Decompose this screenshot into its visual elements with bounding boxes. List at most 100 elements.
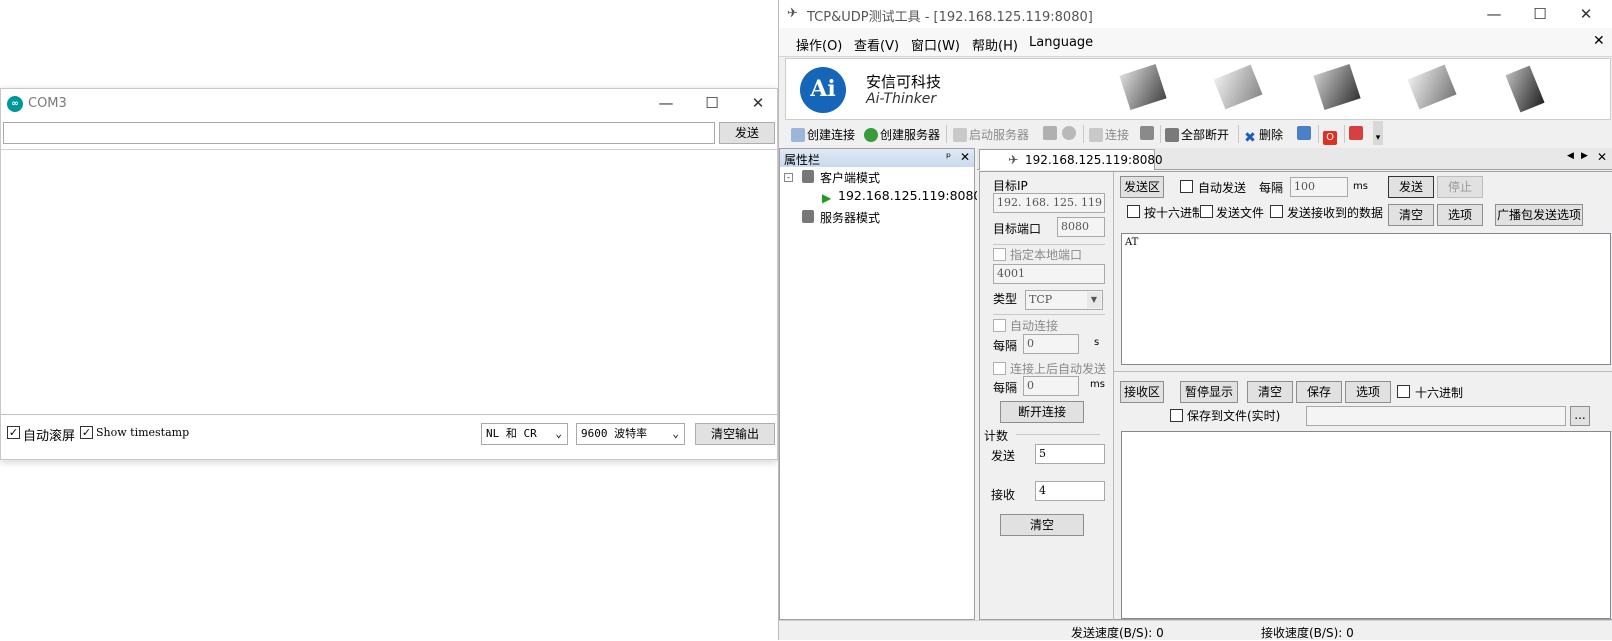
tree-client-item[interactable]: 192.168.125.119:8080 — [838, 188, 981, 203]
tree-client-mode[interactable]: 客户端模式 — [820, 169, 880, 186]
type-value: TCP — [1029, 293, 1053, 306]
disconnect-all-button[interactable]: 全部断开 — [1165, 126, 1229, 143]
collapse-icon[interactable]: - — [784, 173, 793, 182]
target-port-field[interactable]: 8080 — [1057, 217, 1105, 237]
connect-button[interactable]: 连接 — [1089, 126, 1129, 143]
menu-language[interactable]: Language — [1029, 35, 1093, 50]
send-button[interactable]: 发送 — [1388, 176, 1434, 198]
exit-icon[interactable] — [1349, 126, 1365, 140]
arduino-icon: ∞ — [7, 96, 23, 112]
minimize-icon[interactable]: — — [1471, 0, 1517, 26]
users-icon[interactable] — [1043, 126, 1059, 140]
disconnect-button[interactable]: 断开连接 — [1000, 401, 1084, 423]
status-bar: 发送速度(B/S): 0 接收速度(B/S): 0 — [779, 620, 1612, 640]
interval-label: 每隔 — [993, 339, 1018, 353]
tree-server-mode[interactable]: 服务器模式 — [820, 209, 880, 226]
minimize-icon[interactable]: — — [643, 89, 689, 119]
close-icon[interactable]: ✕ — [1593, 33, 1605, 49]
settings-icon[interactable] — [1297, 126, 1313, 140]
delete-button[interactable]: ✖ 删除 — [1243, 126, 1283, 145]
tab-connection[interactable]: ✈ 192.168.125.119:8080 — [979, 149, 1163, 170]
close-icon[interactable]: ✕ — [1563, 0, 1609, 26]
hex-recv-checkbox[interactable] — [1397, 385, 1410, 398]
menu-view[interactable]: 查看(V) — [854, 35, 899, 54]
interval2-field[interactable]: 0 — [1023, 376, 1079, 396]
network-disconnect-icon[interactable] — [1140, 126, 1156, 140]
send-received-checkbox[interactable] — [1270, 205, 1283, 218]
stop-button[interactable]: 停止 — [1437, 176, 1483, 198]
network-icon — [1089, 128, 1103, 142]
connection-page: 目标IP 192. 168. 125. 119 目标端口 8080 指定本地端口… — [979, 171, 1612, 621]
send-button[interactable]: 发送 — [719, 122, 775, 144]
broadcast-options-button[interactable]: 广播包发送选项 — [1495, 204, 1583, 226]
baud-select[interactable]: 9600 波特率 ⌄ — [576, 423, 685, 445]
send-clear-button[interactable]: 清空 — [1388, 204, 1434, 226]
send-input[interactable] — [3, 122, 715, 144]
menu-window[interactable]: 窗口(W) — [911, 35, 960, 54]
browse-button[interactable]: ... — [1570, 406, 1590, 426]
menu-help[interactable]: 帮助(H) — [972, 35, 1018, 54]
start-server-button[interactable]: 启动服务器 — [953, 126, 1029, 143]
maximize-icon[interactable]: ☐ — [689, 89, 735, 119]
autoscroll-checkbox[interactable]: ✓ — [7, 426, 20, 439]
toolbar-overflow-icon[interactable]: ▾ — [1373, 121, 1383, 145]
send-interval-unit: ms — [1353, 181, 1368, 192]
app-icon: ✈ — [787, 6, 798, 21]
clear-count-button[interactable]: 清空 — [1000, 514, 1084, 536]
close-icon[interactable]: ✕ — [735, 89, 781, 119]
tab-prev-icon[interactable]: ◀ — [1567, 151, 1574, 161]
recv-count-field[interactable]: 4 — [1035, 481, 1105, 501]
create-server-button[interactable]: 创建服务器 — [864, 126, 940, 143]
pin-icon[interactable]: ᵖ — [946, 150, 951, 164]
power-icon[interactable]: O — [1323, 126, 1339, 145]
computer-icon — [802, 210, 814, 223]
send-options-button[interactable]: 选项 — [1437, 204, 1483, 226]
window-title: COM3 — [28, 96, 67, 111]
menu-operate[interactable]: 操作(O) — [796, 35, 842, 54]
target-ip-field[interactable]: 192. 168. 125. 119 — [993, 193, 1105, 213]
auto-connect-checkbox[interactable] — [993, 319, 1006, 332]
type-select[interactable]: TCP ▼ — [1025, 290, 1103, 310]
save-file-path[interactable] — [1306, 406, 1566, 426]
hex-send-checkbox[interactable] — [1127, 205, 1140, 218]
send-count-label: 发送 — [991, 449, 1016, 463]
divider — [1114, 371, 1612, 372]
properties-title: 属性栏 — [784, 153, 821, 167]
recv-clear-button[interactable]: 清空 — [1247, 381, 1293, 403]
auto-send-after-checkbox[interactable] — [993, 362, 1006, 375]
local-port-checkbox[interactable] — [993, 248, 1006, 261]
recv-textarea[interactable] — [1121, 431, 1611, 619]
create-connection-button[interactable]: 创建连接 — [791, 126, 855, 143]
save-file-checkbox[interactable] — [1170, 409, 1183, 422]
auto-send-after-label: 连接上后自动发送 — [1010, 362, 1107, 376]
send-file-checkbox[interactable] — [1200, 205, 1213, 218]
local-port-field[interactable]: 4001 — [993, 264, 1105, 284]
interval-field[interactable]: 0 — [1023, 334, 1079, 354]
hex-recv-label: 十六进制 — [1415, 386, 1464, 400]
module-image — [1119, 64, 1167, 110]
globe-icon — [864, 128, 878, 142]
send-count-field[interactable]: 5 — [1035, 444, 1105, 464]
clear-output-button[interactable]: 清空输出 — [695, 423, 775, 445]
close-icon[interactable]: ✕ — [1597, 150, 1607, 164]
auto-send-checkbox[interactable] — [1180, 180, 1193, 193]
send-textarea[interactable]: AT — [1121, 233, 1611, 365]
aithinker-logo: Ai — [800, 67, 846, 113]
maximize-icon[interactable]: ☐ — [1517, 0, 1563, 26]
stop-icon[interactable] — [1062, 126, 1078, 140]
properties-panel: 属性栏 ᵖ ✕ - 客户端模式 ▶ 192.168.125.119:8080 服… — [779, 148, 981, 620]
recv-options-button[interactable]: 选项 — [1345, 381, 1391, 403]
pause-display-button[interactable]: 暂停显示 — [1180, 381, 1238, 403]
delete-x-icon: ✖ — [1244, 130, 1256, 146]
tab-next-icon[interactable]: ▶ — [1581, 151, 1588, 161]
send-interval-field[interactable]: 100 — [1290, 177, 1348, 197]
com3-window: ∞ COM3 — ☐ ✕ 发送 ✓ 自动滚屏 ✓ Show timestamp … — [0, 88, 778, 460]
module-image — [1313, 64, 1361, 110]
timestamp-checkbox[interactable]: ✓ — [80, 426, 93, 439]
close-icon[interactable]: ✕ — [960, 150, 970, 164]
line-ending-select[interactable]: NL 和 CR ⌄ — [481, 423, 568, 445]
network-icon — [1165, 128, 1179, 142]
recv-save-button[interactable]: 保存 — [1296, 381, 1342, 403]
baud-value: 9600 波特率 — [581, 427, 648, 440]
divider — [1238, 125, 1239, 143]
